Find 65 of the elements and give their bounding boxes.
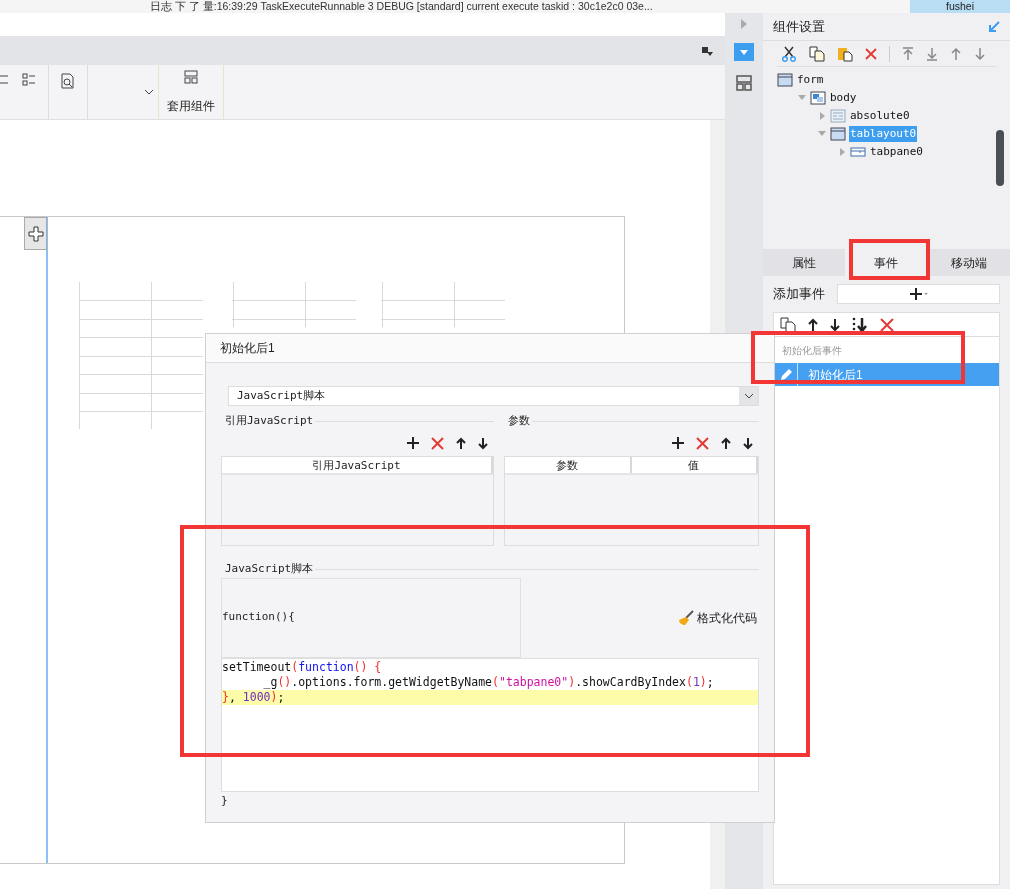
scroll-handle[interactable] — [996, 130, 1004, 186]
script-type-select[interactable]: JavaScript脚本 — [228, 386, 759, 406]
arrow-down-icon[interactable] — [830, 317, 840, 332]
tabpane-icon — [850, 145, 866, 159]
arrow-up-icon[interactable] — [808, 317, 818, 332]
function-header: function(){ — [222, 609, 295, 626]
column-header[interactable]: 值 — [631, 457, 758, 473]
code-line: _g().options.form.getWidgetByName("tabpane0").showCardByIndex(1); — [262, 674, 715, 690]
ribbon-group-label: 套用组件 — [167, 98, 215, 115]
dialog-title: 初始化后1 — [206, 334, 774, 363]
checklist-icon[interactable] — [22, 73, 36, 87]
tree-item[interactable]: form — [796, 71, 825, 89]
code-line: setTimeout(function() { — [222, 659, 383, 675]
panel-tab[interactable]: 事件 — [845, 249, 928, 276]
dropdown-icon[interactable] — [701, 45, 713, 56]
caret-icon — [740, 49, 748, 55]
delete-icon[interactable] — [431, 436, 444, 450]
move-top-icon[interactable] — [902, 46, 914, 61]
broom-icon — [678, 609, 694, 626]
arrow-icon[interactable] — [988, 20, 1000, 33]
paste-icon[interactable] — [837, 45, 853, 62]
delete-icon[interactable] — [865, 47, 877, 60]
pencil-icon — [778, 367, 793, 382]
form-icon — [777, 73, 793, 87]
arrow-down-icon[interactable] — [743, 436, 753, 450]
move-bottom-icon[interactable] — [852, 316, 868, 333]
tree-item[interactable]: body — [829, 89, 858, 107]
add-event-label: 添加事件 — [773, 285, 825, 304]
chevron-down-icon[interactable] — [144, 89, 154, 95]
layout-icon[interactable] — [736, 75, 752, 91]
plus-icon — [909, 288, 928, 300]
plus-icon[interactable] — [407, 437, 419, 449]
cut-icon[interactable] — [781, 45, 797, 62]
event-group-label: 初始化后事件 — [781, 343, 843, 358]
section-title: 参数 — [507, 412, 530, 429]
column-header[interactable]: 参数 — [505, 457, 632, 473]
list-icon[interactable] — [0, 73, 10, 87]
copy-icon[interactable] — [780, 316, 796, 333]
arrow-up-icon[interactable] — [721, 436, 731, 450]
code-editor[interactable]: setTimeout(function() { _g().options.form.getWidgetByName("tabpane0").showCardByIndex(1); }, 1000); — [221, 657, 759, 792]
plus-icon[interactable] — [672, 437, 684, 449]
section-title: 引用JavaScript — [224, 412, 314, 429]
copy-icon[interactable] — [809, 45, 825, 62]
delete-icon[interactable] — [696, 436, 709, 450]
tree-item[interactable]: absolute0 — [849, 107, 911, 125]
delete-icon[interactable] — [880, 317, 894, 332]
body-icon — [810, 91, 826, 105]
layout-icon[interactable] — [183, 69, 199, 85]
arrow-down-icon[interactable] — [478, 436, 488, 450]
plus-icon — [27, 225, 44, 242]
function-footer: } — [221, 792, 228, 809]
preview-icon[interactable] — [61, 73, 75, 89]
widget-panel-button[interactable] — [734, 43, 754, 61]
chevron-down-icon — [743, 393, 754, 399]
panel-title: 组件设置 — [773, 17, 825, 36]
arrow-up-icon[interactable] — [456, 436, 466, 450]
add-button[interactable] — [24, 217, 47, 250]
section-title: JavaScript脚本 — [224, 561, 314, 577]
tablayout-icon — [830, 127, 846, 141]
log-message: 日志 下 了 量:16:39:29 TaskExecuteRunnable 3 DEBUG [standard] current execute taskid : 30c1e2c0 03e... — [149, 0, 654, 13]
tree-item[interactable]: tabpane0 — [869, 143, 924, 161]
absolute-icon — [830, 109, 846, 123]
column-header[interactable]: 引用JavaScript — [222, 457, 493, 473]
format-code-button[interactable]: 格式化代码 — [678, 608, 759, 627]
user-name[interactable]: fushei — [910, 0, 1010, 13]
